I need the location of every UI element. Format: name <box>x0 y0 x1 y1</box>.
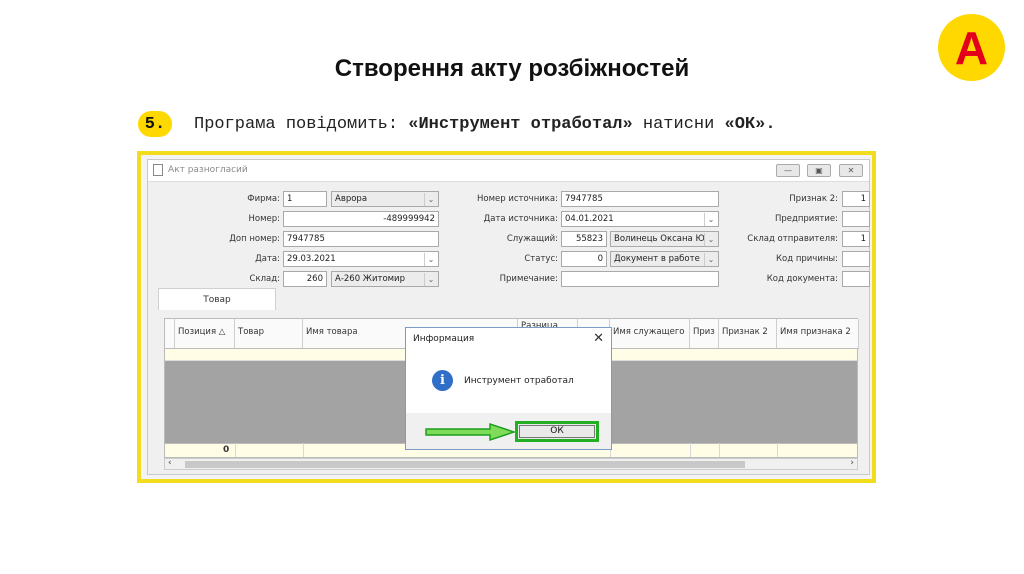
document-icon <box>153 164 163 176</box>
data-label: Дата: <box>255 254 280 264</box>
firma-select[interactable]: Аврора ⌄ <box>331 191 439 207</box>
employee-code-field[interactable]: 55823 <box>561 231 607 247</box>
sign2-field[interactable]: 1 <box>842 191 870 207</box>
step-text-plain: Програма повідомить: <box>194 114 409 134</box>
source-number-field[interactable]: 7947785 <box>561 191 719 207</box>
col-sign2-name[interactable]: Имя признака 2 <box>777 319 859 349</box>
enterprise-field[interactable] <box>842 211 870 227</box>
col-goods[interactable]: Товар <box>235 319 303 349</box>
col-employee-name[interactable]: Имя служащего <box>610 319 690 349</box>
reason-code-label: Код причины: <box>776 254 838 264</box>
enterprise-label: Предприятие: <box>774 214 838 224</box>
dop-nomer-field[interactable]: 7947785 <box>283 231 439 247</box>
horizontal-scrollbar[interactable]: ‹ › <box>164 458 858 470</box>
reason-code-field[interactable] <box>842 251 870 267</box>
note-field[interactable] <box>561 271 719 287</box>
status-label: Статус: <box>524 254 558 264</box>
note-label: Примечание: <box>499 274 558 284</box>
sklad-select[interactable]: А-260 Житомир ⌄ <box>331 271 439 287</box>
chevron-down-icon[interactable]: ⌄ <box>424 253 437 266</box>
dialog-body: i Инструмент отработал <box>406 350 611 413</box>
brand-logo: A <box>938 14 1005 81</box>
firma-code-field[interactable]: 1 <box>283 191 327 207</box>
scroll-right-icon[interactable]: › <box>850 458 854 468</box>
step-number-badge: 5. <box>138 111 172 137</box>
sklad-name: А-260 Житомир <box>335 274 405 284</box>
sign2-label: Признак 2: <box>789 194 838 204</box>
nomer-field[interactable]: -489999942 <box>283 211 439 227</box>
chevron-down-icon[interactable]: ⌄ <box>704 253 717 266</box>
restore-icon[interactable]: ▣ <box>807 164 831 177</box>
close-icon[interactable]: ✕ <box>839 164 863 177</box>
scrollbar-thumb[interactable] <box>185 461 745 468</box>
sender-warehouse-field[interactable]: 1 <box>842 231 870 247</box>
dialog-title: Информация <box>406 328 611 350</box>
status-name: Документ в работе <box>614 254 700 264</box>
window-title: Акт разногласий <box>168 165 248 175</box>
status-select[interactable]: Документ в работе ⌄ <box>610 251 719 267</box>
chevron-down-icon[interactable]: ⌄ <box>424 193 437 206</box>
green-arrow-icon <box>425 422 516 442</box>
document-code-label: Код документа: <box>766 274 838 284</box>
employee-select[interactable]: Волинець Оксана Ю ⌄ <box>610 231 719 247</box>
nomer-label: Номер: <box>248 214 281 224</box>
info-icon: i <box>432 370 453 391</box>
dop-nomer-label: Доп номер: <box>229 234 280 244</box>
sender-warehouse-label: Склад отправителя: <box>747 234 838 244</box>
total-position-value: 0 <box>223 445 230 455</box>
sklad-code-field[interactable]: 260 <box>283 271 327 287</box>
source-date-label: Дата источника: <box>483 214 558 224</box>
source-date-value: 04.01.2021 <box>565 214 614 224</box>
chevron-down-icon[interactable]: ⌄ <box>424 273 437 286</box>
document-code-field[interactable] <box>842 271 870 287</box>
window-titlebar: Акт разногласий — ▣ ✕ <box>148 160 869 182</box>
date-field[interactable]: 29.03.2021 ⌄ <box>283 251 439 267</box>
employee-name: Волинець Оксана Ю <box>614 234 705 244</box>
firma-name: Аврора <box>335 194 368 204</box>
sklad-label: Склад: <box>249 274 280 284</box>
status-code-field[interactable]: 0 <box>561 251 607 267</box>
dialog-message: Инструмент отработал <box>464 376 574 386</box>
ok-button-label: ОК <box>550 426 564 436</box>
source-date-field[interactable]: 04.01.2021 ⌄ <box>561 211 719 227</box>
step-text-message: «Инструмент отработал» <box>408 114 633 134</box>
chevron-down-icon[interactable]: ⌄ <box>704 213 717 226</box>
firma-label: Фирма: <box>247 194 280 204</box>
slide-title: Створення акту розбіжностей <box>334 55 690 82</box>
date-value: 29.03.2021 <box>287 254 336 264</box>
row-selector-header <box>165 319 175 349</box>
scroll-left-icon[interactable]: ‹ <box>168 458 172 468</box>
employee-label: Служащий: <box>506 234 558 244</box>
tab-goods[interactable]: Товар <box>158 288 276 310</box>
col-position[interactable]: Позиция △ <box>175 319 235 349</box>
step-instruction: 5. Програма повідомить: «Инструмент отра… <box>138 110 776 138</box>
source-number-label: Номер источника: <box>477 194 558 204</box>
col-sign2[interactable]: Признак 2 <box>719 319 777 349</box>
step-text-ok: «ОК». <box>724 114 776 134</box>
col-sign[interactable]: Приз <box>690 319 719 349</box>
step-text-mid: натисни <box>632 114 725 134</box>
close-icon[interactable]: ✕ <box>593 331 604 346</box>
chevron-down-icon[interactable]: ⌄ <box>704 233 717 246</box>
ok-button[interactable]: ОК <box>515 421 599 442</box>
minimize-icon[interactable]: — <box>776 164 800 177</box>
